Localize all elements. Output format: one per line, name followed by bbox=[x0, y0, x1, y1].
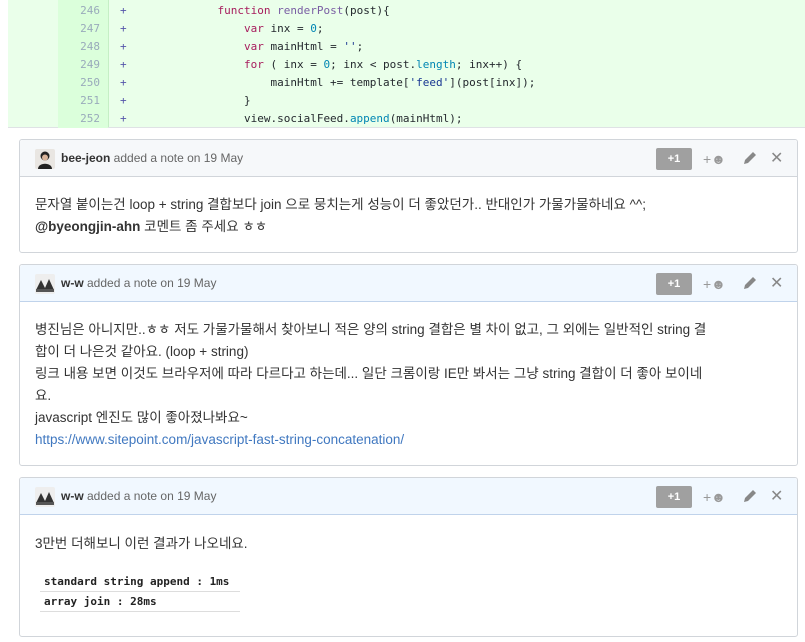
diff-line: 249 + for ( inx = 0; inx < post.length; i… bbox=[8, 56, 805, 74]
line-number[interactable]: 247 bbox=[58, 20, 108, 38]
diff-line: 251 + } bbox=[8, 92, 805, 110]
note-header: bee-jeon added a note on 19 May +1 +☻ ✕ bbox=[20, 140, 797, 177]
line-number[interactable]: 248 bbox=[58, 38, 108, 56]
close-icon[interactable]: ✕ bbox=[770, 486, 783, 508]
avatar[interactable] bbox=[35, 274, 55, 294]
note-author[interactable]: w-w added a note on 19 May bbox=[61, 276, 216, 290]
avatar[interactable] bbox=[35, 149, 55, 169]
line-number[interactable]: 252 bbox=[58, 110, 108, 128]
avatar[interactable] bbox=[35, 487, 55, 507]
diff-line: 246 + function renderPost(post){ bbox=[8, 2, 805, 20]
added-line-marker: + bbox=[120, 40, 127, 53]
note-card: w-w added a note on 19 May +1 +☻ ✕ 3만번 더… bbox=[19, 477, 798, 637]
note-text-line: 합이 더 나은것 같아요. (loop + string) bbox=[35, 344, 249, 359]
note-card: w-w added a note on 19 May +1 +☻ ✕ 병진님은 … bbox=[19, 264, 798, 466]
note-text-line: @byeongjin-ahn 코멘트 좀 주세요 ㅎㅎ bbox=[35, 216, 646, 238]
added-line-marker: + bbox=[120, 112, 127, 125]
added-line-marker: + bbox=[120, 22, 127, 35]
code-text: var inx = 0; bbox=[243, 22, 324, 35]
code-text: view.socialFeed.append(mainHtml); bbox=[243, 112, 463, 125]
diff-line: 247 + var inx = 0; bbox=[8, 20, 805, 38]
plus-one-button[interactable]: +1 bbox=[656, 148, 692, 170]
diff-line: 250 + mainHtml += template['feed'](post[i… bbox=[8, 74, 805, 92]
result-table: standard string append : 1ms array join … bbox=[40, 572, 240, 612]
note-header: w-w added a note on 19 May +1 +☻ ✕ bbox=[20, 478, 797, 515]
line-number[interactable]: 251 bbox=[58, 92, 108, 110]
note-text: 코멘트 좀 주세요 ㅎㅎ bbox=[140, 219, 268, 234]
note-text-line: javascript 엔진도 많이 좋아졌나봐요~ bbox=[35, 410, 248, 425]
external-link[interactable]: https://www.sitepoint.com/javascript-fas… bbox=[35, 429, 706, 451]
note-author[interactable]: w-w added a note on 19 May bbox=[61, 489, 216, 503]
close-icon[interactable]: ✕ bbox=[770, 148, 783, 170]
note-header: w-w added a note on 19 May +1 +☻ ✕ bbox=[20, 265, 797, 302]
table-row: array join : 28ms bbox=[40, 592, 240, 612]
note-text-line: 3만번 더해보니 이런 결과가 나오네요. bbox=[35, 536, 248, 551]
note-text-line: 링크 내용 보면 이것도 브라우저에 따라 다르다고 하는데... 일단 크롬이… bbox=[35, 366, 703, 381]
diff-line: 248 + var mainHtml = ''; bbox=[8, 38, 805, 56]
diff-line: 252 + view.socialFeed.append(mainHtml); bbox=[8, 110, 805, 128]
edit-pencil-icon[interactable] bbox=[742, 150, 758, 166]
user-mention[interactable]: @byeongjin-ahn bbox=[35, 219, 140, 234]
added-line-marker: + bbox=[120, 4, 127, 17]
note-author[interactable]: bee-jeon added a note on 19 May bbox=[61, 151, 243, 165]
code-text: mainHtml += template['feed'](post[inx]); bbox=[270, 76, 536, 89]
edit-pencil-icon[interactable] bbox=[742, 488, 758, 504]
added-line-marker: + bbox=[120, 58, 127, 71]
note-meta: added a note on 19 May bbox=[83, 489, 217, 503]
code-text: for ( inx = 0; inx < post.length; inx++)… bbox=[243, 58, 523, 71]
diff-block: 246 + function renderPost(post){ 247 + var … bbox=[8, 0, 805, 128]
note-text-line: 문자열 붙이는건 loop + string 결합보다 join 으로 뭉치는게… bbox=[35, 197, 646, 212]
note-body: 병진님은 아니지만..ㅎㅎ 저도 가물가물해서 찾아보니 적은 양의 strin… bbox=[35, 319, 706, 451]
code-text: } bbox=[243, 94, 251, 107]
add-reaction-icon[interactable]: +☻ bbox=[703, 486, 726, 508]
plus-one-button[interactable]: +1 bbox=[656, 486, 692, 508]
note-text-line: 병진님은 아니지만..ㅎㅎ 저도 가물가물해서 찾아보니 적은 양의 strin… bbox=[35, 322, 707, 337]
code-text: var mainHtml = ''; bbox=[243, 40, 364, 53]
added-line-marker: + bbox=[120, 94, 127, 107]
edit-pencil-icon[interactable] bbox=[742, 275, 758, 291]
add-reaction-icon[interactable]: +☻ bbox=[703, 273, 726, 295]
plus-one-button[interactable]: +1 bbox=[656, 273, 692, 295]
line-number[interactable]: 249 bbox=[58, 56, 108, 74]
note-body: 문자열 붙이는건 loop + string 결합보다 join 으로 뭉치는게… bbox=[35, 194, 646, 238]
table-row: standard string append : 1ms bbox=[40, 572, 240, 592]
added-line-marker: + bbox=[120, 76, 127, 89]
close-icon[interactable]: ✕ bbox=[770, 273, 783, 295]
note-meta: added a note on 19 May bbox=[83, 276, 217, 290]
note-meta: added a note on 19 May bbox=[110, 151, 244, 165]
note-body: 3만번 더해보니 이런 결과가 나오네요. bbox=[35, 533, 248, 555]
line-number[interactable]: 250 bbox=[58, 74, 108, 92]
note-card: bee-jeon added a note on 19 May +1 +☻ ✕ … bbox=[19, 139, 798, 253]
add-reaction-icon[interactable]: +☻ bbox=[703, 148, 726, 170]
code-text: function renderPost(post){ bbox=[217, 4, 390, 17]
note-text-line: 요. bbox=[35, 388, 52, 403]
line-number[interactable]: 246 bbox=[58, 2, 108, 20]
